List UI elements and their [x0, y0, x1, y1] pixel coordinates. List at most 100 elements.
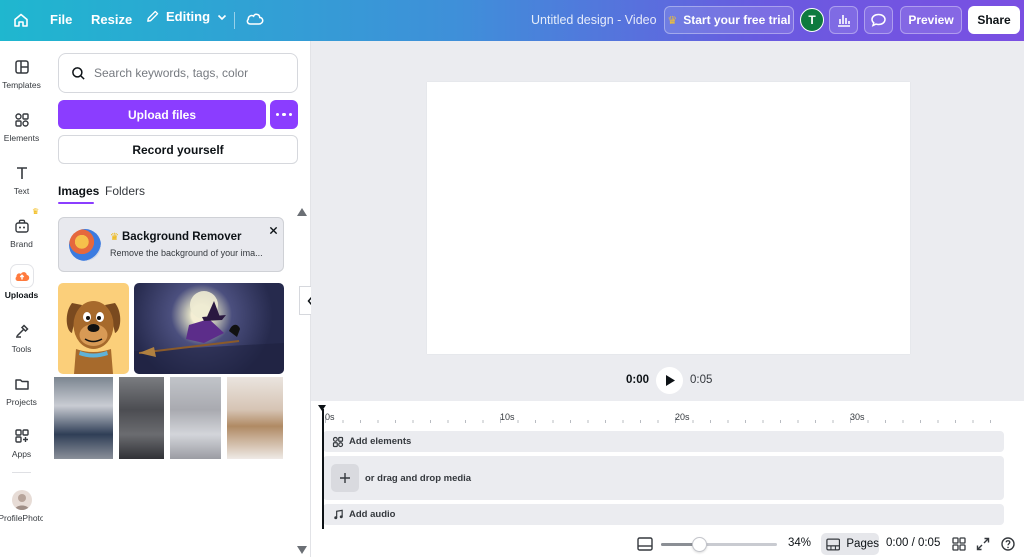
pages-icon: [826, 537, 841, 551]
preview-button[interactable]: Preview: [900, 6, 962, 34]
upload-image-thumbnail[interactable]: [119, 377, 164, 459]
plus-icon: [340, 473, 350, 483]
background-remover-promo[interactable]: ♛ Background Remover Remove the backgrou…: [58, 217, 284, 272]
apps-icon: [12, 426, 32, 446]
close-icon[interactable]: [266, 223, 280, 237]
notes-icon[interactable]: [637, 537, 653, 556]
brand-icon: [12, 216, 32, 236]
file-menu[interactable]: File: [50, 12, 72, 27]
active-tab-indicator: [58, 202, 94, 204]
more-options-button[interactable]: [270, 100, 298, 129]
record-yourself-button[interactable]: Record yourself: [58, 135, 298, 164]
playhead-handle[interactable]: [318, 405, 326, 411]
tools-icon: [12, 321, 32, 341]
editing-menu[interactable]: Editing: [145, 9, 228, 24]
rail-item-templates[interactable]: Templates: [0, 57, 43, 90]
pages-label: Pages: [846, 538, 879, 550]
media-track[interactable]: or drag and drop media: [323, 456, 1004, 500]
avatar[interactable]: T: [800, 8, 824, 32]
rail-item-brand[interactable]: Brand: [0, 216, 43, 249]
zoom-slider[interactable]: [661, 537, 777, 552]
trial-label: Start your free trial: [683, 13, 791, 27]
templates-icon: [12, 57, 32, 77]
editing-label: Editing: [166, 9, 211, 24]
tab-images[interactable]: Images: [58, 184, 99, 198]
insights-button[interactable]: [829, 6, 858, 34]
play-button[interactable]: [656, 367, 683, 394]
upload-image-thumbnail[interactable]: [54, 377, 113, 459]
elements-icon: [12, 110, 32, 130]
profile-photo-icon: [11, 490, 32, 510]
elements-icon: [332, 436, 344, 447]
playhead[interactable]: [322, 409, 324, 529]
play-icon: [665, 375, 675, 386]
rail-label: Projects: [6, 397, 37, 407]
current-time: 0:00: [626, 374, 650, 386]
music-note-icon: [334, 509, 343, 520]
search-input[interactable]: [94, 66, 284, 80]
text-icon: [12, 163, 32, 183]
upload-files-button[interactable]: Upload files: [58, 100, 266, 129]
cloud-save-icon[interactable]: [245, 10, 265, 33]
add-elements-track[interactable]: Add elements: [323, 431, 1004, 452]
add-audio-track[interactable]: Add audio: [323, 504, 1004, 525]
design-title[interactable]: Untitled design - Video: [531, 13, 657, 27]
zoom-level[interactable]: 34%: [788, 537, 811, 549]
tick-label: 30s: [850, 412, 865, 422]
chevron-down-icon: [217, 14, 227, 20]
timeline: 0s 10s 20s 30s Add elements or drag and …: [311, 401, 1024, 531]
start-trial-button[interactable]: ♛ Start your free trial: [664, 6, 794, 34]
crown-icon: ♛: [110, 231, 119, 243]
upload-image-cartoon-dog[interactable]: [58, 283, 129, 374]
pages-button[interactable]: Pages: [821, 533, 879, 555]
upload-image-witch-moon[interactable]: [134, 283, 284, 374]
rail-item-uploads[interactable]: Uploads: [0, 265, 43, 300]
upload-image-thumbnail[interactable]: [227, 377, 283, 459]
fullscreen-icon[interactable]: [976, 537, 990, 556]
rail-label: Brand: [10, 239, 33, 249]
divider: [234, 12, 235, 29]
tab-folders[interactable]: Folders: [105, 184, 145, 198]
home-icon[interactable]: [11, 10, 31, 30]
projects-icon: [12, 374, 32, 394]
rail-label: Text: [13, 186, 30, 196]
tick-label: 20s: [675, 412, 690, 422]
rail-item-profile-photo[interactable]: ProfilePhoto: [0, 490, 45, 523]
upload-images-row: [54, 377, 283, 459]
crown-icon: ♛: [667, 14, 678, 27]
bar-chart-icon: [837, 15, 850, 27]
rail-item-elements[interactable]: Elements: [0, 110, 43, 143]
rail-label: Elements: [3, 133, 40, 143]
scroll-down-arrow[interactable]: [297, 546, 307, 554]
divider: [12, 472, 31, 473]
timeline-ruler: [325, 409, 1015, 423]
add-elements-label: Add elements: [349, 436, 412, 447]
promo-title-text: Background Remover: [121, 231, 242, 243]
help-icon[interactable]: [1001, 537, 1015, 556]
zoom-slider-handle[interactable]: [692, 537, 707, 552]
upload-image-thumbnail[interactable]: [170, 377, 221, 459]
comments-button[interactable]: [864, 6, 893, 34]
pencil-icon: [147, 10, 159, 22]
comment-icon: [871, 13, 886, 27]
tick-label: 0s: [325, 412, 335, 422]
resize-menu[interactable]: Resize: [91, 12, 132, 27]
more-dot: [288, 112, 293, 117]
rail-label: Tools: [11, 344, 32, 354]
rail-item-apps[interactable]: Apps: [0, 426, 43, 459]
scroll-up-arrow[interactable]: [297, 208, 307, 216]
crown-icon: ♛: [32, 207, 40, 216]
share-button[interactable]: Share: [968, 6, 1020, 34]
design-page[interactable]: [427, 82, 910, 354]
grid-view-icon[interactable]: [952, 537, 966, 556]
rail-label: ProfilePhoto: [0, 513, 45, 523]
rail-label: Templates: [2, 80, 41, 90]
left-rail: Templates Elements Text ♛ Brand Uploads …: [0, 41, 45, 557]
rail-item-text[interactable]: Text: [0, 163, 43, 196]
drag-media-label: or drag and drop media: [365, 472, 472, 484]
rail-item-tools[interactable]: Tools: [0, 321, 43, 354]
footer-bar: 34% Pages 0:00 / 0:05: [311, 531, 1024, 557]
rail-item-projects[interactable]: Projects: [0, 374, 43, 407]
add-media-button[interactable]: [331, 464, 359, 492]
search-box[interactable]: [58, 53, 298, 93]
